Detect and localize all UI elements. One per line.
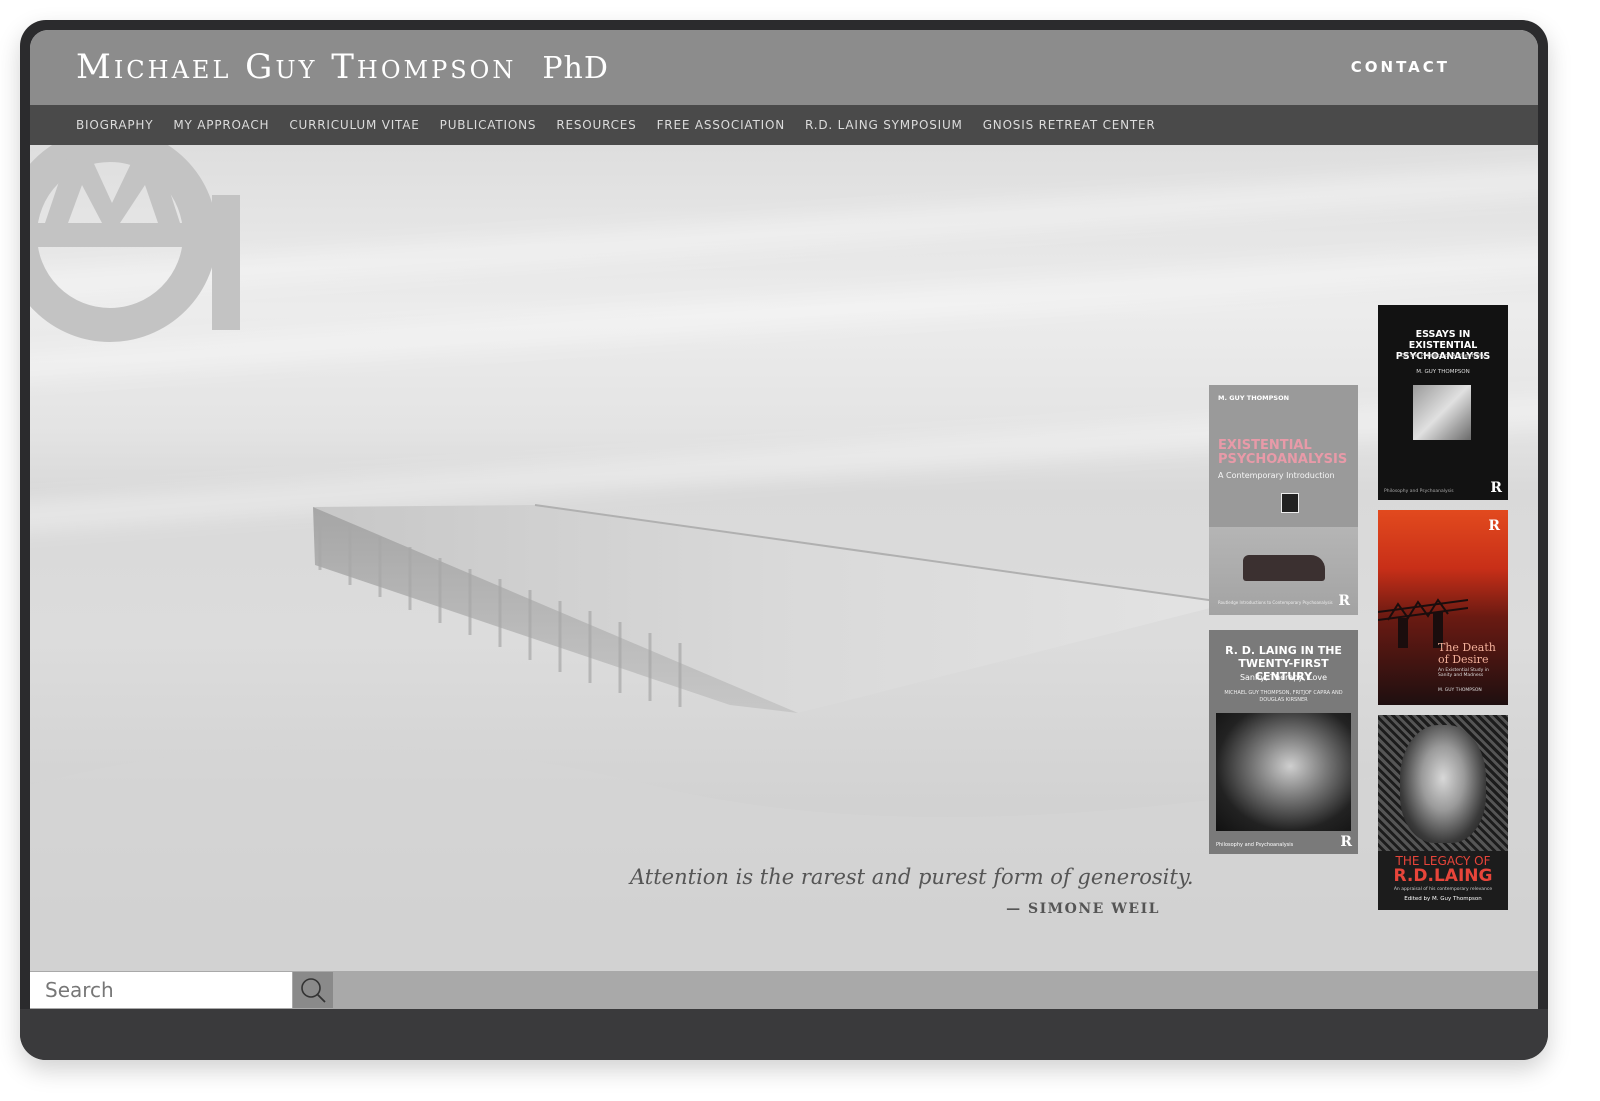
- search-input[interactable]: [30, 972, 292, 1008]
- book-author: M. GUY THOMPSON: [1218, 394, 1290, 402]
- book-cover-rd-laing-twenty-first-century[interactable]: R. D. LAING IN THE TWENTY-FIRST CENTURY …: [1209, 630, 1358, 854]
- book-title: The Death of Desire: [1438, 641, 1496, 666]
- book-subtitle: On the Primacy of Authenticity: [1400, 353, 1486, 359]
- device-bottom-bezel: [20, 1009, 1548, 1060]
- nav-item-curriculum-vitae[interactable]: CURRICULUM VITAE: [289, 118, 419, 132]
- book-cover-essays-existential-psychoanalysis[interactable]: ESSAYS IN EXISTENTIAL PSYCHOANALYSIS On …: [1378, 305, 1508, 500]
- nav-item-my-approach[interactable]: MY APPROACH: [173, 118, 269, 132]
- book-subtitle: Sanity, Therapy, Love: [1239, 673, 1328, 682]
- hero-section: Attention is the rarest and purest form …: [30, 145, 1538, 971]
- publisher-logo: R: [1490, 480, 1502, 496]
- nav-item-biography[interactable]: BIOGRAPHY: [76, 118, 153, 132]
- book-title: R.D.LAING: [1393, 866, 1493, 886]
- mgt-monogram-icon: [30, 145, 240, 342]
- book-subtitle: An Existential Study in Sanity and Madne…: [1438, 668, 1489, 678]
- hero-quote-author: — SIMONE WEIL: [1006, 901, 1160, 917]
- couch-image: [1243, 555, 1325, 581]
- publisher-logo: R: [1340, 834, 1352, 850]
- nav-item-free-association[interactable]: FREE ASSOCIATION: [657, 118, 785, 132]
- book-editor: Edited by M. Guy Thompson: [1404, 896, 1482, 902]
- author-portrait-image: [1413, 385, 1471, 440]
- book-series: Philosophy and Psychoanalysis: [1216, 842, 1294, 848]
- book-cover-existential-psychoanalysis[interactable]: M. GUY THOMPSON EXISTENTIAL PSYCHOANALYS…: [1209, 385, 1358, 615]
- book-badge-icon: [1281, 493, 1299, 513]
- nav-item-gnosis-retreat-center[interactable]: GNOSIS RETREAT CENTER: [983, 118, 1156, 132]
- hero-quote: Attention is the rarest and purest form …: [630, 865, 1194, 889]
- book-series: Routledge Introductions to Contemporary …: [1218, 600, 1333, 605]
- book-cover-death-of-desire[interactable]: The Death of Desire An Existential Study…: [1378, 510, 1508, 705]
- book-series: Philosophy and Psychoanalysis: [1384, 489, 1454, 494]
- publisher-logo: R: [1338, 593, 1350, 609]
- main-nav: BIOGRAPHY MY APPROACH CURRICULUM VITAE P…: [30, 105, 1538, 145]
- site-title-degree[interactable]: PhD: [542, 51, 609, 86]
- site-title[interactable]: Michael Guy Thompson PhD: [76, 47, 609, 87]
- book-authors: MICHAEL GUY THOMPSON, FRITJOF CAPRA AND …: [1224, 690, 1343, 703]
- nav-item-resources[interactable]: RESOURCES: [556, 118, 636, 132]
- book-cover-legacy-of-rd-laing[interactable]: THE LEGACY OF R.D.LAING An appraisal of …: [1378, 715, 1508, 910]
- site-header: Michael Guy Thompson PhD CONTACT: [30, 30, 1538, 105]
- site-title-name[interactable]: Michael Guy Thompson: [76, 47, 516, 87]
- publisher-logo: R: [1488, 518, 1500, 534]
- contact-link[interactable]: CONTACT: [1351, 58, 1450, 76]
- book-author: M. GUY THOMPSON: [1416, 369, 1470, 375]
- search-icon: [301, 978, 326, 1003]
- book-subtitle: An appraisal of his contemporary relevan…: [1393, 887, 1493, 892]
- book-author: M. GUY THOMPSON: [1438, 688, 1482, 693]
- browser-viewport: Michael Guy Thompson PhD CONTACT BIOGRAPH…: [30, 30, 1538, 1009]
- book-subtitle: A Contemporary Introduction: [1218, 471, 1335, 480]
- search-bar: [30, 971, 1538, 1009]
- nav-item-publications[interactable]: PUBLICATIONS: [440, 118, 537, 132]
- bridge-image: [1378, 598, 1468, 648]
- nav-item-rd-laing-symposium[interactable]: R.D. LAING SYMPOSIUM: [805, 118, 963, 132]
- laing-portrait-image: [1400, 725, 1486, 843]
- laing-portrait-image: [1216, 713, 1351, 831]
- book-title: EXISTENTIAL PSYCHOANALYSIS: [1218, 438, 1348, 467]
- search-button[interactable]: [293, 972, 333, 1008]
